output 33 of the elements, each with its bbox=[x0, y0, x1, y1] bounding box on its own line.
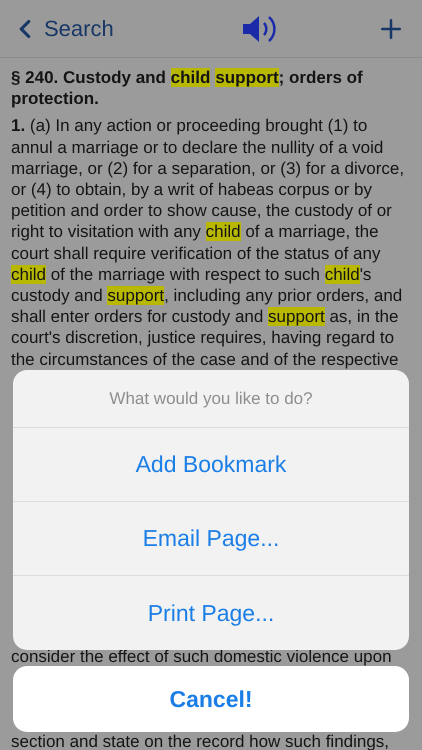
action-sheet-title: What would you like to do? bbox=[13, 370, 409, 428]
action-sheet-option[interactable]: Add Bookmark bbox=[13, 428, 409, 502]
text-run: or (4) to obtain, by a writ of habeas corpus or by bbox=[11, 180, 372, 200]
action-sheet-option[interactable]: Print Page... bbox=[13, 576, 409, 650]
text-run: of the marriage with respect to such bbox=[50, 264, 321, 284]
highlighted-word: child bbox=[170, 68, 210, 87]
highlighted-word: support bbox=[268, 307, 325, 326]
highlighted-word: child bbox=[324, 264, 360, 284]
highlighted-word: child bbox=[11, 264, 46, 284]
text-run: court's discretion, justice requires, having regard to bbox=[11, 328, 394, 348]
text-run: ; orders of bbox=[278, 68, 363, 87]
text-run: the circumstances of the case and of the respective bbox=[11, 350, 398, 369]
text-run: 1. (a) In any action or proceeding brought (1) to bbox=[11, 116, 368, 136]
text-run: , including any prior orders, and bbox=[164, 286, 402, 306]
text-run: marriage, or (2) for a separation, or (3) for a divorce, bbox=[11, 158, 404, 178]
text-run: § 240. Custody and bbox=[11, 68, 167, 87]
text-run: shall enter orders for custody and bbox=[11, 307, 264, 326]
back-button[interactable]: Search bbox=[10, 12, 114, 45]
text-run: as, in the bbox=[328, 307, 398, 326]
cancel-button[interactable]: Cancel! bbox=[13, 666, 409, 732]
text-run: of a marriage, the bbox=[244, 222, 379, 242]
body-text-line: consider the effect of such domestic violence upon bbox=[11, 650, 393, 664]
text-run: petition and order to show cause, the custody of or bbox=[11, 201, 392, 220]
action-sheet-option[interactable]: Email Page... bbox=[13, 502, 409, 576]
highlighted-word: support bbox=[215, 68, 279, 87]
text-run: annul a marriage or to declare the nullity of a void bbox=[11, 138, 384, 157]
highlighted-word: support bbox=[107, 286, 164, 306]
text-run: 's bbox=[360, 264, 372, 284]
text-run: right to visitation with any bbox=[11, 222, 202, 242]
text-run: court shall require verification of the status of any bbox=[11, 244, 380, 263]
highlighted-word: child bbox=[206, 222, 241, 242]
section-heading: protection. bbox=[11, 88, 100, 110]
text-run: custody and bbox=[11, 286, 104, 306]
